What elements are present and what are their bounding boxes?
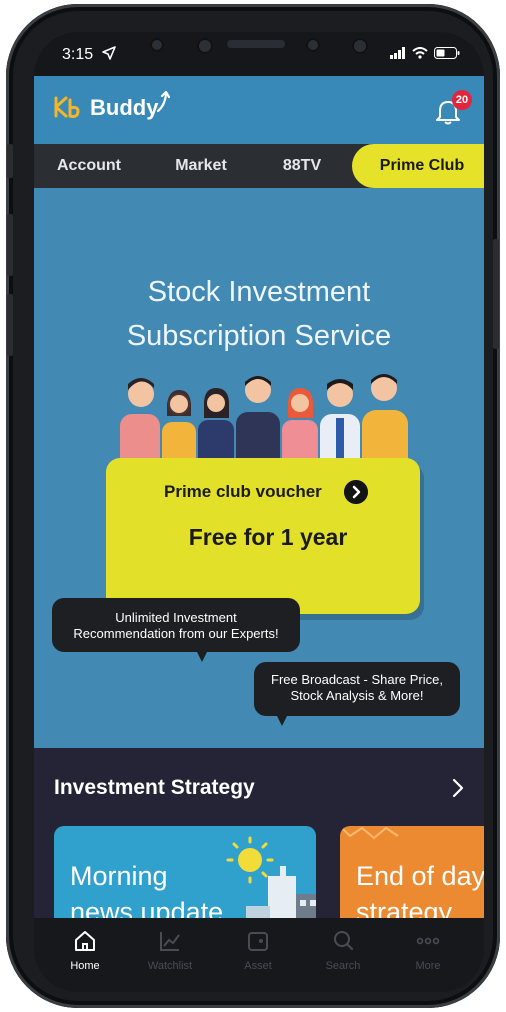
tab-market[interactable]: Market	[156, 144, 246, 188]
hero-title: Stock Investment Subscription Service	[34, 270, 484, 358]
speech-bubble-broadcast: Free Broadcast - Share Price, Stock Anal…	[254, 662, 460, 726]
nav-watchlist[interactable]: Watchlist	[130, 928, 210, 972]
status-time: 3:15	[62, 46, 94, 63]
chart-icon	[160, 932, 180, 951]
more-icon	[416, 937, 440, 945]
search-icon	[334, 931, 353, 950]
voucher-label: Prime club voucher	[164, 482, 322, 501]
front-camera	[197, 38, 213, 54]
card-line1: End of day	[356, 861, 484, 891]
chevron-right-icon[interactable]	[448, 776, 468, 800]
nav-search[interactable]: Search	[303, 928, 383, 972]
bottom-nav: Home Watchlist Asset Search More	[34, 918, 484, 992]
signal-icon	[390, 47, 405, 59]
location-arrow-icon	[102, 46, 116, 60]
volume-up-button	[7, 214, 13, 276]
wifi-icon	[412, 47, 428, 59]
home-icon	[75, 931, 95, 951]
mute-switch	[7, 144, 13, 178]
nav-label: Watchlist	[147, 960, 193, 972]
earpiece-speaker	[227, 40, 285, 48]
card-line1: Morning	[70, 861, 168, 891]
status-icons	[390, 47, 460, 59]
phone-screen: 3:15 Buddy 20 Account Market 88TV Prime …	[34, 32, 484, 992]
buddy-logo[interactable]: Buddy	[52, 91, 171, 122]
volume-down-button	[7, 294, 13, 356]
nav-more[interactable]: More	[388, 928, 468, 972]
bubble1-line2: Recommendation from our Experts!	[73, 626, 279, 641]
growth-arrow-icon	[157, 91, 171, 113]
zigzag-decoration	[340, 826, 399, 840]
app-header: Buddy 20	[34, 76, 484, 144]
nav-asset[interactable]: Asset	[218, 928, 298, 972]
nav-label: Home	[70, 960, 100, 972]
bubble-tail	[196, 650, 208, 662]
tab-account[interactable]: Account	[44, 144, 134, 188]
phone-frame: 3:15 Buddy 20 Account Market 88TV Prime …	[6, 4, 500, 1008]
tab-prime-club[interactable]: Prime Club	[352, 144, 484, 188]
front-sensor	[150, 38, 164, 52]
prime-club-banner[interactable]: Stock Investment Subscription Service Pr…	[34, 188, 484, 748]
kb-logo-mark-icon	[54, 96, 80, 118]
wallet-icon	[248, 932, 268, 951]
bubble2-line1: Free Broadcast - Share Price,	[271, 672, 443, 687]
battery-icon	[434, 47, 460, 59]
section-title: Investment Strategy	[54, 776, 255, 799]
nav-label: Search	[325, 960, 361, 972]
nav-label: Asset	[244, 960, 272, 972]
top-tabs: Account Market 88TV Prime Club	[34, 144, 484, 188]
investment-strategy-section: Investment Strategy Morning news update …	[34, 748, 484, 936]
tab-88tv[interactable]: 88TV	[262, 144, 342, 188]
hero-title-line2: Subscription Service	[126, 320, 392, 352]
nav-label: More	[415, 960, 441, 972]
nav-home[interactable]: Home	[45, 928, 125, 972]
front-camera-2	[352, 38, 368, 54]
status-bar: 3:15	[34, 32, 484, 76]
voucher-value: Free for 1 year	[188, 524, 348, 550]
logo-text: Buddy	[90, 95, 159, 120]
bubble-tail	[276, 714, 288, 726]
voucher-card[interactable]: Prime club voucher Free for 1 year	[106, 458, 420, 614]
bubble1-line1: Unlimited Investment	[115, 610, 237, 625]
notification-badge: 20	[452, 90, 472, 110]
bubble2-line2: Stock Analysis & More!	[290, 688, 424, 703]
proximity-sensor	[306, 38, 320, 52]
hero-title-line1: Stock Investment	[147, 276, 371, 308]
power-button	[493, 239, 499, 349]
chevron-right-circle-icon[interactable]	[344, 480, 368, 504]
speech-bubble-experts: Unlimited Investment Recommendation from…	[52, 598, 300, 662]
